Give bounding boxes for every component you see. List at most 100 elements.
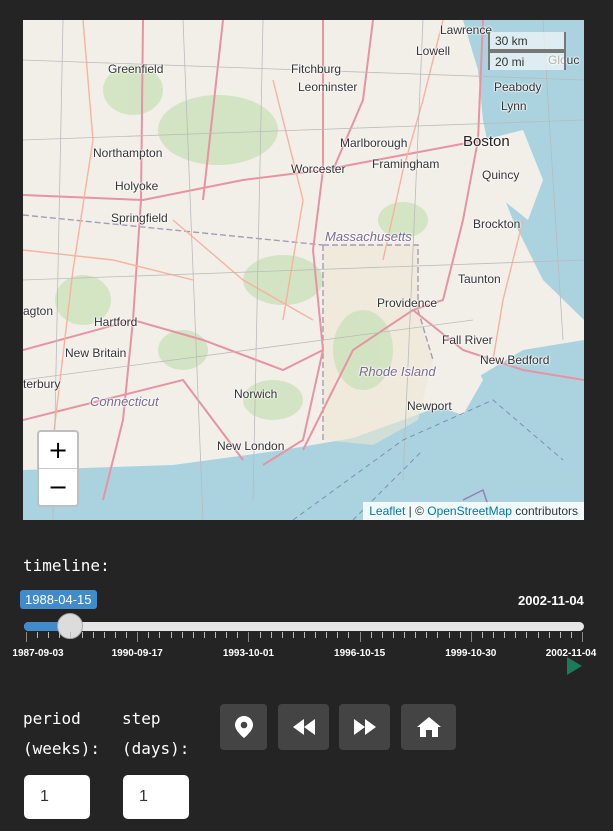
timeline-tick-label: 1996-10-15 bbox=[334, 648, 386, 659]
place-label: Taunton bbox=[458, 272, 501, 286]
place-label: Providence bbox=[377, 296, 438, 310]
place-label: agton bbox=[23, 304, 54, 318]
timeline-tick bbox=[59, 632, 61, 638]
place-label: Worcester bbox=[291, 162, 346, 176]
timeline-tick bbox=[114, 632, 116, 638]
timeline-tick bbox=[359, 632, 361, 642]
timeline-tick bbox=[559, 632, 561, 638]
timeline-tick bbox=[203, 632, 205, 638]
place-label: Northampton bbox=[93, 146, 163, 160]
rewind-button[interactable] bbox=[278, 704, 329, 750]
timeline-tick bbox=[237, 632, 239, 638]
timeline-tick bbox=[582, 632, 583, 642]
place-label: Greenfield bbox=[108, 62, 164, 76]
timeline-tick bbox=[326, 632, 328, 638]
period-label-line1: period bbox=[23, 709, 81, 728]
fast-forward-icon bbox=[353, 719, 376, 735]
fast-backward-icon bbox=[292, 719, 315, 735]
timeline-tick bbox=[448, 632, 450, 638]
step-label-line1: step bbox=[122, 709, 161, 728]
timeline-tick bbox=[159, 632, 161, 638]
leaflet-link[interactable]: Leaflet bbox=[369, 504, 405, 518]
timeline-tick bbox=[292, 632, 294, 638]
timeline-tick bbox=[459, 632, 461, 638]
place-label: Hartford bbox=[94, 315, 138, 329]
place-label: Rhode Island bbox=[359, 364, 436, 379]
play-icon[interactable] bbox=[567, 657, 582, 675]
timeline-tick bbox=[215, 632, 217, 638]
timeline-tick bbox=[437, 632, 439, 638]
timeline-tick bbox=[504, 632, 506, 638]
timeline-tick bbox=[493, 632, 495, 638]
timeline-tick bbox=[48, 632, 50, 638]
timeline-current-badge: 1988-04-15 bbox=[20, 590, 97, 609]
forward-button[interactable] bbox=[339, 704, 390, 750]
location-button[interactable] bbox=[220, 704, 267, 750]
map-marker-icon bbox=[234, 716, 253, 738]
timeline-tick bbox=[148, 632, 150, 638]
step-label: step (days): bbox=[122, 704, 189, 764]
home-icon bbox=[416, 717, 441, 737]
place-label: Fall River bbox=[442, 333, 493, 347]
timeline-tick bbox=[381, 632, 383, 638]
place-label: Norwich bbox=[234, 387, 278, 401]
timeline-tick bbox=[570, 632, 572, 638]
timeline-tick bbox=[304, 632, 305, 638]
place-label: Lynn bbox=[501, 99, 527, 113]
timeline-tick-label: 1987-09-03 bbox=[12, 648, 64, 659]
timeline-tick bbox=[548, 632, 550, 638]
attribution-separator: | © bbox=[405, 504, 428, 518]
period-label-line2: (weeks): bbox=[23, 739, 101, 758]
timeline-tick bbox=[515, 632, 517, 638]
timeline-tick bbox=[137, 632, 139, 642]
place-label: Massachusetts bbox=[325, 229, 412, 244]
timeline-tick-label: 1993-10-01 bbox=[222, 648, 274, 659]
place-label: Peabody bbox=[494, 80, 542, 94]
step-label-line2: (days): bbox=[122, 739, 190, 758]
place-label: New London bbox=[217, 439, 285, 453]
period-input[interactable] bbox=[24, 775, 90, 819]
timeline-tick bbox=[92, 632, 94, 638]
timeline-tick bbox=[181, 632, 183, 638]
timeline-max-label: 2002-11-04 bbox=[518, 593, 584, 608]
timeline-tick bbox=[126, 632, 128, 638]
scale-bar: 30 km 20 mi bbox=[488, 32, 566, 70]
zoom-in-button[interactable]: + bbox=[39, 432, 77, 468]
zoom-out-button[interactable]: − bbox=[39, 468, 77, 505]
timeline-label: timeline: bbox=[23, 556, 110, 575]
timeline-tick bbox=[226, 632, 228, 638]
place-label: Lawrence bbox=[440, 23, 493, 37]
home-button[interactable] bbox=[401, 704, 456, 750]
timeline-tick bbox=[348, 632, 350, 638]
osm-link[interactable]: OpenStreetMap bbox=[427, 504, 512, 518]
timeline-tick bbox=[192, 632, 194, 638]
place-label: Leominster bbox=[298, 80, 358, 94]
timeline-tick bbox=[259, 632, 261, 638]
timeline-ticks bbox=[24, 632, 584, 644]
scale-km: 30 km bbox=[488, 32, 566, 51]
attribution: Leaflet | © OpenStreetMap contributors bbox=[363, 502, 584, 520]
timeline-slider[interactable] bbox=[24, 613, 584, 639]
timeline-tick bbox=[404, 632, 406, 638]
timeline-tick bbox=[537, 632, 539, 638]
timeline-tick bbox=[415, 632, 417, 638]
place-label: Holyoke bbox=[115, 179, 159, 193]
timeline-tick bbox=[392, 632, 394, 638]
map[interactable]: Lawrence Lowell Greenfield Fitchburg Leomins… bbox=[23, 20, 584, 520]
timeline-tick bbox=[103, 632, 105, 638]
timeline-tick bbox=[481, 632, 483, 638]
timeline-tick bbox=[70, 632, 72, 638]
place-label: Framingham bbox=[372, 157, 440, 171]
timeline-tick bbox=[426, 632, 428, 638]
place-label: terbury bbox=[23, 377, 61, 391]
place-label: Quincy bbox=[482, 168, 520, 182]
step-input[interactable] bbox=[123, 775, 189, 819]
place-label: Newport bbox=[407, 399, 452, 413]
place-label: Boston bbox=[463, 133, 510, 150]
timeline-tick bbox=[337, 632, 339, 638]
scale-mi: 20 mi bbox=[488, 51, 566, 70]
zoom-control: + − bbox=[37, 430, 79, 507]
timeline-tick bbox=[170, 632, 172, 638]
timeline-tick bbox=[470, 632, 472, 642]
place-label: Marlborough bbox=[340, 136, 408, 150]
